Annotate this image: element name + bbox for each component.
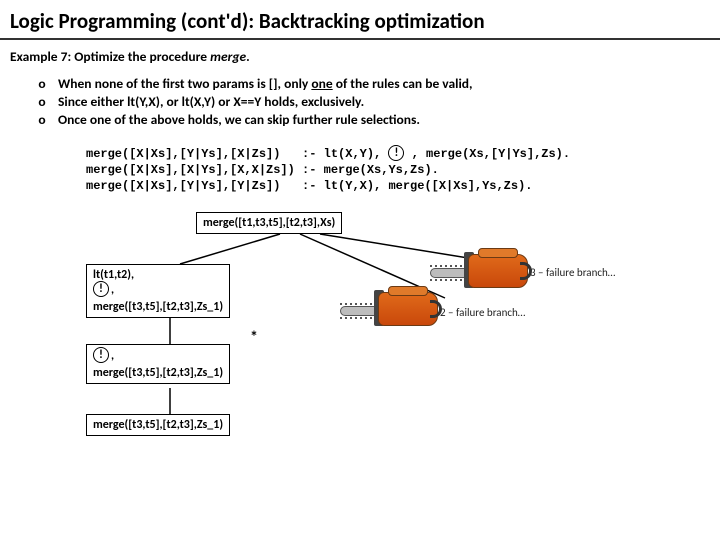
bullet-text: Once one of the above holds, we can skip… (58, 111, 420, 129)
proof-tree: merge([t1,t3,t5],[t2,t3],Xs) lt(t1,t2), … (0, 208, 720, 468)
example-text-pre: Optimize the procedure (71, 48, 210, 65)
node-text: merge([t1,t3,t5],[t2,t3],Xs) (203, 216, 335, 230)
tree-root: merge([t1,t3,t5],[t2,t3],Xs) (196, 212, 342, 234)
node-cut: !, (93, 348, 223, 364)
cut-icon: ! (93, 347, 109, 363)
example-proc: merge (210, 48, 246, 65)
bullet-text: of the rules can be valid, (333, 75, 473, 92)
failure-label: 3 – failure branch… (530, 266, 615, 279)
example-text-post: . (246, 48, 250, 65)
bullet-item: o When none of the first two params is [… (36, 75, 720, 93)
example-heading: Example 7: Optimize the procedure merge. (0, 40, 720, 71)
cut-icon: ! (93, 281, 109, 297)
bullet-marker: o (36, 111, 48, 129)
bullet-underline: one (311, 75, 332, 92)
node-text: lt(t1,t2), (93, 268, 223, 282)
bullet-text: When none of the first two params is [],… (58, 75, 311, 92)
failure-label: 2 – failure branch… (440, 306, 525, 319)
tree-node: lt(t1,t2), !, merge([t3,t5],[t2,t3],Zs_1… (86, 264, 230, 318)
slide-title: Logic Programming (cont'd): Backtracking… (0, 0, 720, 40)
code-line: merge([X|Xs],[X|Ys],[X,X|Zs]) :- merge(X… (86, 163, 439, 177)
bullet-list: o When none of the first two params is [… (0, 71, 720, 140)
node-text: merge([t3,t5],[t2,t3],Zs_1) (93, 300, 223, 314)
chainsaw-icon (430, 248, 535, 303)
node-cut: !, (93, 282, 223, 298)
tree-node: !, merge([t3,t5],[t2,t3],Zs_1) (86, 344, 230, 384)
code-line: merge([X|Xs],[Y|Ys],[X|Zs]) :- lt(X,Y), (86, 147, 381, 161)
code-line: merge([X|Xs],[Y|Ys],[Y|Zs]) :- lt(Y,X), … (86, 179, 532, 193)
bullet-item: o Once one of the above holds, we can sk… (36, 111, 720, 129)
bullet-item: o Since either lt(Y,X), or lt(X,Y) or X=… (36, 93, 720, 111)
node-text: merge([t3,t5],[t2,t3],Zs_1) (93, 418, 223, 432)
tree-node: merge([t3,t5],[t2,t3],Zs_1) (86, 414, 230, 436)
star-marker: * (250, 328, 258, 347)
code-block: merge([X|Xs],[Y|Ys],[X|Zs]) :- lt(X,Y), … (86, 146, 720, 195)
chainsaw-icon (340, 286, 445, 341)
bullet-marker: o (36, 75, 48, 93)
example-label: Example 7: (10, 48, 71, 65)
code-line: , merge(Xs,[Y|Ys],Zs). (412, 147, 570, 161)
cut-icon: ! (388, 145, 404, 161)
node-text: merge([t3,t5],[t2,t3],Zs_1) (93, 366, 223, 380)
bullet-text: Since either lt(Y,X), or lt(X,Y) or X==Y… (58, 93, 364, 111)
bullet-marker: o (36, 93, 48, 111)
